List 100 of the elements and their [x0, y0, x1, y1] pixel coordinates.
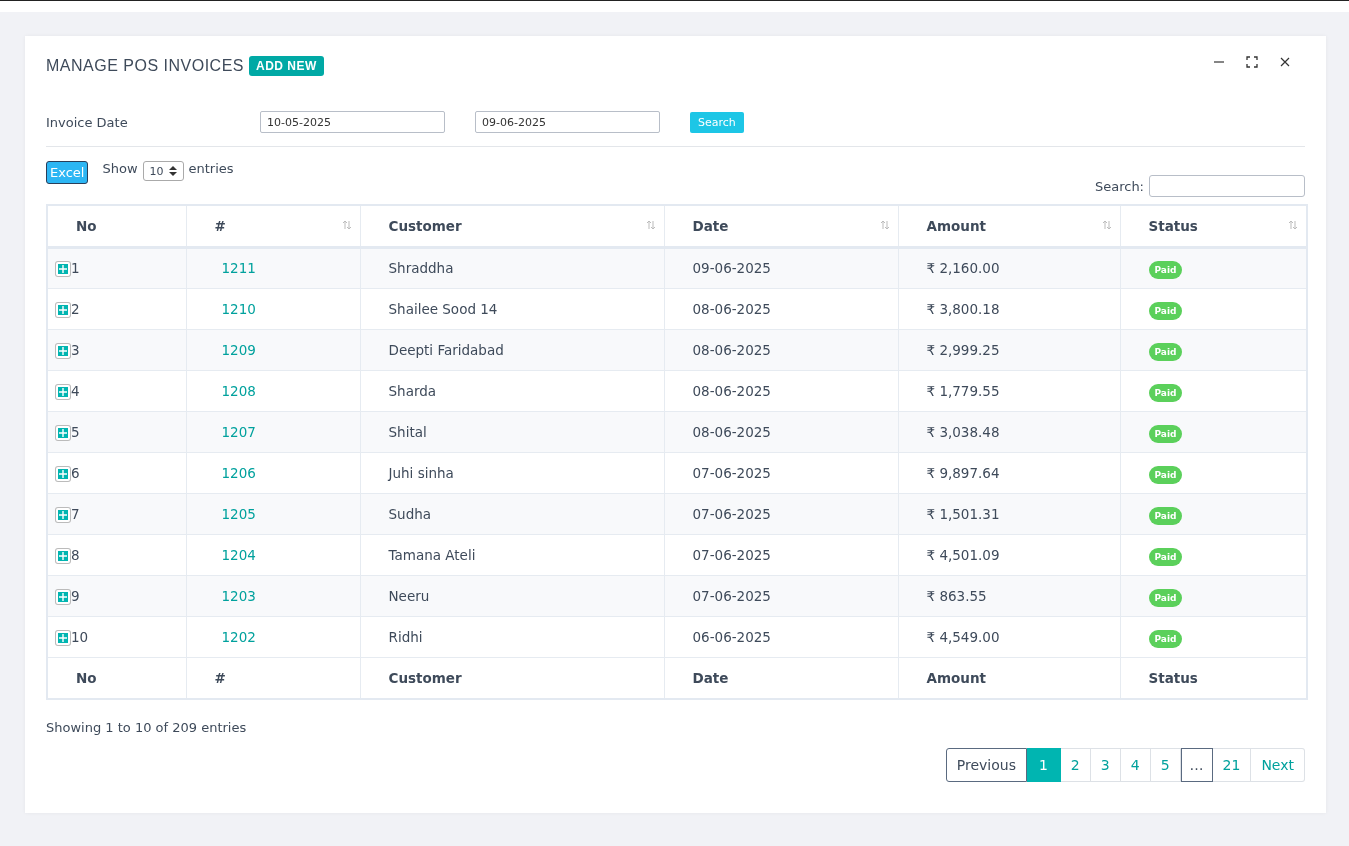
invoice-link[interactable]: 1203: [221, 587, 256, 604]
entries-info: Showing 1 to 10 of 209 entries: [46, 720, 248, 735]
invoice-link[interactable]: 1208: [221, 382, 256, 399]
invoice-date-label: Invoice Date: [46, 114, 129, 130]
spinner-icon: [168, 166, 177, 176]
fullscreen-icon[interactable]: [1246, 56, 1258, 68]
expand-icon[interactable]: [56, 425, 70, 440]
status-badge: Paid: [1148, 261, 1183, 279]
page-button[interactable]: 4: [1120, 748, 1151, 782]
page-button[interactable]: 21: [1212, 748, 1252, 782]
row-number: 4: [71, 382, 80, 399]
to-date-field[interactable]: 09-06-2025: [475, 111, 660, 133]
expand-icon[interactable]: [56, 302, 70, 317]
pagination-ellipsis[interactable]: …: [1180, 748, 1213, 782]
table-cell: 07-06-2025: [664, 452, 898, 493]
status-badge: Paid: [1148, 506, 1183, 525]
show-label: Show: [102, 161, 138, 176]
invoice-link[interactable]: 1206: [221, 464, 256, 481]
panel-title: MANAGE POS INVOICES: [46, 57, 244, 75]
table-cell: ₹ 3,038.48: [898, 411, 1120, 452]
close-icon[interactable]: [1280, 57, 1290, 67]
row-number: 5: [71, 423, 80, 440]
sort-icon: [645, 220, 656, 230]
expand-icon[interactable]: [56, 589, 70, 604]
status-badge: Paid: [1148, 383, 1183, 402]
row-number: 10: [71, 628, 89, 645]
page-button[interactable]: 3: [1090, 748, 1121, 782]
search-label: Search:: [1094, 178, 1144, 194]
table-cell: Shraddha: [360, 247, 664, 288]
excel-button[interactable]: Excel: [46, 161, 89, 184]
search-button[interactable]: Search: [690, 111, 744, 133]
table-cell: ₹ 2,999.25: [898, 329, 1120, 370]
table-cell: Sharda: [360, 370, 664, 411]
invoice-link[interactable]: 1204: [221, 546, 256, 563]
row-number: 2: [71, 300, 80, 317]
search-field[interactable]: [1149, 175, 1305, 197]
table-cell: ₹ 9,897.64: [898, 452, 1120, 493]
table-cell: Deepti Faridabad: [360, 329, 664, 370]
table-cell: 08-06-2025: [664, 411, 898, 452]
add-new-button[interactable]: ADD NEW: [249, 56, 324, 76]
table-cell: 06-06-2025: [664, 616, 898, 657]
table-cell: Shailee Sood 14: [360, 288, 664, 329]
row-number: 9: [71, 587, 80, 604]
page-button[interactable]: 1: [1026, 748, 1061, 782]
invoice-link[interactable]: 1211: [221, 260, 256, 276]
status-badge: Paid: [1148, 547, 1183, 566]
from-date-field[interactable]: 10-05-2025: [260, 111, 445, 133]
invoice-link[interactable]: 1205: [221, 505, 256, 522]
sort-icon: [1101, 220, 1112, 230]
table-cell: ₹ 1,779.55: [898, 370, 1120, 411]
status-badge: Paid: [1148, 629, 1183, 648]
status-badge: Paid: [1148, 301, 1183, 320]
status-badge: Paid: [1148, 588, 1183, 607]
expand-icon[interactable]: [56, 548, 70, 563]
table-cell: 08-06-2025: [664, 329, 898, 370]
pagination-nav-button[interactable]: Previous: [945, 748, 1027, 782]
table-cell: Juhi sinha: [360, 452, 664, 493]
table-cell: ₹ 1,501.31: [898, 493, 1120, 534]
invoice-link[interactable]: 1207: [221, 423, 256, 440]
expand-icon[interactable]: [56, 262, 70, 276]
invoice-link[interactable]: 1202: [221, 628, 256, 645]
table-cell: Tamana Ateli: [360, 534, 664, 575]
row-number: 1: [71, 260, 80, 276]
expand-icon[interactable]: [56, 384, 70, 399]
entries-label: entries: [188, 161, 234, 176]
table-cell: ₹ 3,800.18: [898, 288, 1120, 329]
row-number: 6: [71, 464, 80, 481]
sort-icon: [341, 220, 352, 230]
table-cell: 07-06-2025: [664, 493, 898, 534]
status-badge: Paid: [1148, 424, 1183, 443]
page-button[interactable]: 2: [1060, 748, 1091, 782]
invoice-link[interactable]: 1210: [221, 300, 256, 317]
status-badge: Paid: [1148, 342, 1183, 361]
expand-icon[interactable]: [56, 466, 70, 481]
table-cell: 08-06-2025: [664, 288, 898, 329]
status-badge: Paid: [1148, 465, 1183, 484]
table-cell: 07-06-2025: [664, 575, 898, 616]
table-cell: ₹ 4,501.09: [898, 534, 1120, 575]
page-button[interactable]: 5: [1150, 748, 1181, 782]
expand-icon[interactable]: [56, 507, 70, 522]
table-cell: Shital: [360, 411, 664, 452]
sort-icon: [879, 220, 890, 230]
table-cell: Neeru: [360, 575, 664, 616]
expand-icon[interactable]: [56, 343, 70, 358]
table-cell: ₹ 2,160.00: [898, 247, 1120, 288]
table-cell: 08-06-2025: [664, 370, 898, 411]
sort-icon: [1288, 220, 1298, 230]
table-cell: Sudha: [360, 493, 664, 534]
pagination-nav-button[interactable]: Next: [1251, 748, 1305, 782]
row-number: 8: [71, 546, 80, 563]
table-cell: ₹ 863.55: [898, 575, 1120, 616]
table-cell: 07-06-2025: [664, 534, 898, 575]
page-size-select[interactable]: 10: [142, 161, 184, 181]
row-number: 7: [71, 505, 80, 522]
table-cell: Ridhi: [360, 616, 664, 657]
table-cell: 09-06-2025: [664, 247, 898, 288]
expand-icon[interactable]: [56, 630, 70, 645]
row-number: 3: [71, 341, 80, 358]
invoice-link[interactable]: 1209: [221, 341, 256, 358]
table-cell: ₹ 4,549.00: [898, 616, 1120, 657]
